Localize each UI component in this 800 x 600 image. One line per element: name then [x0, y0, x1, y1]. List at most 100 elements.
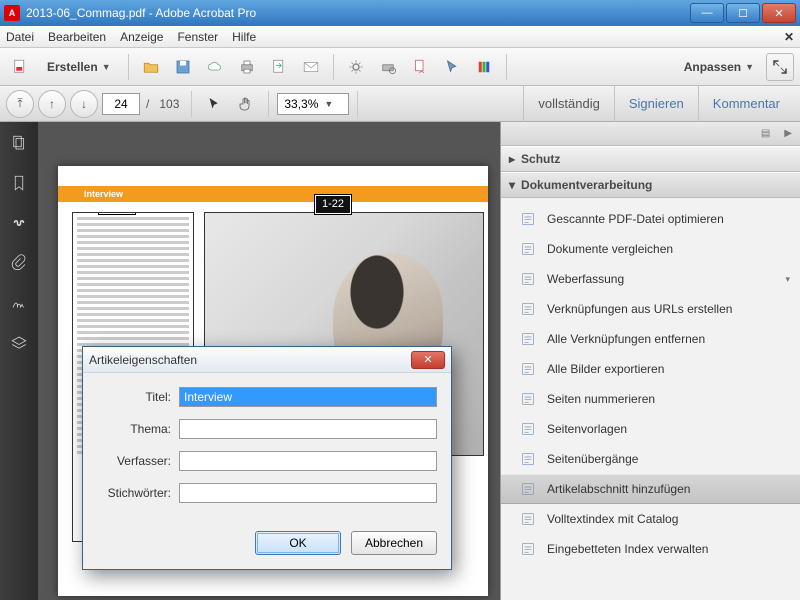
article-badge[interactable]: 1-22 — [315, 195, 351, 214]
input-thema[interactable] — [179, 419, 437, 439]
panel-item-3[interactable]: Verknüpfungen aus URLs erstellen — [501, 294, 800, 324]
create-button[interactable]: Erstellen▼ — [38, 53, 120, 81]
panel-item-6[interactable]: Seiten nummerieren — [501, 384, 800, 414]
label-thema: Thema: — [97, 422, 171, 436]
link-create-icon — [519, 300, 537, 318]
panel-item-7[interactable]: Seitenvorlagen — [501, 414, 800, 444]
input-titel[interactable] — [179, 387, 437, 407]
web-capture-icon — [519, 270, 537, 288]
maximize-button[interactable]: ☐ — [726, 3, 760, 23]
section-label: Dokumentverarbeitung — [521, 178, 652, 192]
create-pdf-icon[interactable] — [6, 53, 34, 81]
page-section-label: Interview — [76, 186, 131, 202]
chevron-down-icon: ▾ — [785, 274, 790, 285]
link-signieren[interactable]: Signieren — [614, 86, 698, 122]
app-icon: A — [4, 5, 20, 21]
create-label: Erstellen — [47, 60, 98, 74]
share-icon[interactable] — [265, 53, 293, 81]
section-label: Schutz — [521, 152, 560, 166]
layers-icon[interactable] — [8, 332, 30, 354]
panel-item-0[interactable]: Gescannte PDF-Datei optimieren — [501, 204, 800, 234]
cloud-icon[interactable] — [201, 53, 229, 81]
link-kommentar[interactable]: Kommentar — [698, 86, 794, 122]
panel-item-label: Artikelabschnitt hinzufügen — [547, 482, 690, 496]
catalog-icon — [519, 510, 537, 528]
print-icon[interactable] — [233, 53, 261, 81]
next-page-icon[interactable]: ↓ — [70, 90, 98, 118]
chevron-right-icon: ▸ — [509, 152, 515, 166]
email-icon[interactable] — [297, 53, 325, 81]
scanner-icon — [519, 210, 537, 228]
panel-item-label: Seiten nummerieren — [547, 392, 655, 406]
minimize-button[interactable]: — — [690, 3, 724, 23]
menu-datei[interactable]: Datei — [6, 30, 34, 44]
signatures-icon[interactable] — [8, 292, 30, 314]
embedded-index-icon — [519, 540, 537, 558]
bookmarks-icon[interactable] — [8, 172, 30, 194]
menu-anzeige[interactable]: Anzeige — [120, 30, 163, 44]
customize-button[interactable]: Anpassen ▼ — [676, 53, 762, 81]
articles-icon[interactable] — [8, 212, 30, 234]
tools-panel: ▤ ▶ ▸Schutz ▾Dokumentverarbeitung Gescan… — [500, 122, 800, 600]
export-images-icon — [519, 360, 537, 378]
chevron-down-icon: ▼ — [745, 62, 754, 72]
label-stichworter: Stichwörter: — [97, 486, 171, 500]
close-button[interactable]: ✕ — [762, 3, 796, 23]
section-dokumentverarbeitung[interactable]: ▾Dokumentverarbeitung — [501, 172, 800, 198]
attachments-icon[interactable] — [8, 252, 30, 274]
menu-fenster[interactable]: Fenster — [177, 30, 218, 44]
panel-item-label: Seitenübergänge — [547, 452, 638, 466]
menu-hilfe[interactable]: Hilfe — [232, 30, 256, 44]
print-settings-icon[interactable] — [374, 53, 402, 81]
save-icon[interactable] — [169, 53, 197, 81]
panel-top-controls: ▤ ▶ — [501, 122, 800, 146]
customize-label: Anpassen — [684, 60, 741, 74]
input-stichworter[interactable] — [179, 483, 437, 503]
gear-icon[interactable] — [342, 53, 370, 81]
input-verfasser[interactable] — [179, 451, 437, 471]
panel-item-9[interactable]: Artikelabschnitt hinzufügen — [501, 474, 800, 504]
panel-item-label: Verknüpfungen aus URLs erstellen — [547, 302, 732, 316]
first-page-icon[interactable]: ⤒ — [6, 90, 34, 118]
color-tool-icon[interactable] — [470, 53, 498, 81]
selection-cursor-icon[interactable] — [200, 90, 228, 118]
page-templates-icon — [519, 420, 537, 438]
panel-item-list: Gescannte PDF-Datei optimierenDokumente … — [501, 198, 800, 600]
page-extract-icon[interactable] — [406, 53, 434, 81]
select-tool-icon[interactable] — [438, 53, 466, 81]
navigation-toolbar: ⤒ ↑ ↓ / 103 33,3%▼ vollständig Signieren… — [0, 86, 800, 122]
document-close-icon[interactable]: ✕ — [784, 30, 794, 44]
compare-icon — [519, 240, 537, 258]
open-icon[interactable] — [137, 53, 165, 81]
section-schutz[interactable]: ▸ Schutz — [501, 146, 800, 172]
panel-item-4[interactable]: Alle Verknüpfungen entfernen — [501, 324, 800, 354]
prev-page-icon[interactable]: ↑ — [38, 90, 66, 118]
dialog-titlebar[interactable]: Artikeleigenschaften ✕ — [83, 347, 451, 373]
zoom-combo[interactable]: 33,3%▼ — [277, 93, 349, 115]
panel-collapse-icon[interactable]: ▶ — [784, 128, 792, 139]
dialog-close-button[interactable]: ✕ — [411, 351, 445, 369]
page-number-input[interactable] — [102, 93, 140, 115]
panel-item-10[interactable]: Volltextindex mit Catalog — [501, 504, 800, 534]
dialog-title: Artikeleigenschaften — [89, 353, 411, 367]
panel-item-2[interactable]: Weberfassung▾ — [501, 264, 800, 294]
panel-menu-icon[interactable]: ▤ — [761, 128, 770, 139]
menu-bearbeiten[interactable]: Bearbeiten — [48, 30, 106, 44]
cancel-button[interactable]: Abbrechen — [351, 531, 437, 555]
label-titel: Titel: — [97, 390, 171, 404]
article-badge[interactable]: 1-20 — [99, 212, 135, 214]
hand-tool-icon[interactable] — [232, 90, 260, 118]
ok-button[interactable]: OK — [255, 531, 341, 555]
link-remove-icon — [519, 330, 537, 348]
fullscreen-icon[interactable] — [766, 53, 794, 81]
transitions-icon — [519, 450, 537, 468]
panel-item-5[interactable]: Alle Bilder exportieren — [501, 354, 800, 384]
panel-item-1[interactable]: Dokumente vergleichen — [501, 234, 800, 264]
thumbnails-icon[interactable] — [8, 132, 30, 154]
panel-item-label: Seitenvorlagen — [547, 422, 627, 436]
link-vollstandig[interactable]: vollständig — [523, 86, 613, 122]
panel-item-label: Alle Verknüpfungen entfernen — [547, 332, 705, 346]
chevron-down-icon: ▼ — [324, 99, 344, 109]
panel-item-11[interactable]: Eingebetteten Index verwalten — [501, 534, 800, 564]
panel-item-8[interactable]: Seitenübergänge — [501, 444, 800, 474]
